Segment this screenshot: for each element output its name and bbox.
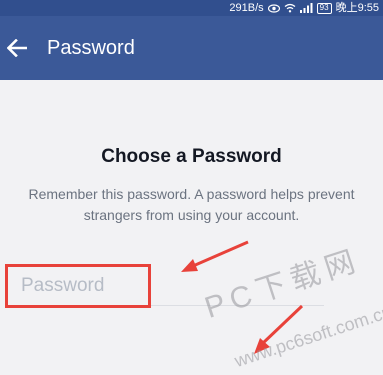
section-heading: Choose a Password — [101, 146, 282, 167]
network-speed: 291B/s — [229, 2, 264, 14]
wifi-icon — [284, 3, 296, 13]
eye-icon — [267, 3, 280, 13]
arrow-left-icon — [7, 39, 27, 57]
section-description: Remember this password. A password helps… — [28, 186, 355, 223]
signal-icon — [299, 3, 313, 13]
back-button[interactable] — [3, 34, 31, 62]
battery-icon: 93 — [316, 2, 332, 14]
clock: 晚上9:55 — [335, 2, 379, 14]
status-bar: 291B/s 93 晚上9:55 — [0, 0, 383, 16]
page-title: Password — [47, 37, 135, 59]
status-indicators: 291B/s 93 晚上9:55 — [225, 0, 379, 16]
app-bar: Password — [0, 16, 383, 80]
